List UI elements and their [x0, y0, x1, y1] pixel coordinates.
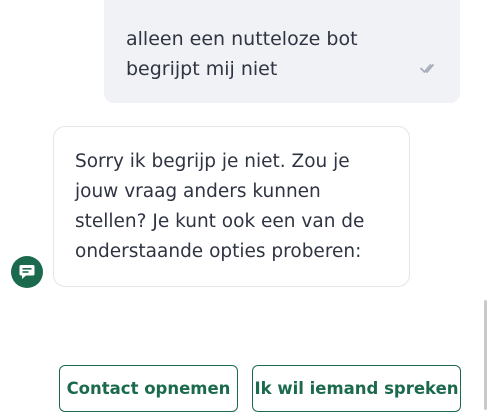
- double-check-icon: [420, 64, 434, 73]
- iemand-spreken-button[interactable]: Ik wil iemand spreken: [252, 365, 461, 412]
- chat-window: alleen een nutteloze bot begrijpt mij ni…: [0, 0, 487, 417]
- bot-message-text: Sorry ik begrijp je niet. Zou je jouw vr…: [75, 151, 365, 262]
- contact-opnemen-button[interactable]: Contact opnemen: [59, 365, 238, 412]
- bot-message-bubble: Sorry ik begrijp je niet. Zou je jouw vr…: [53, 126, 410, 287]
- user-message-bubble: alleen een nutteloze bot begrijpt mij ni…: [104, 0, 460, 103]
- bot-avatar: [11, 256, 43, 288]
- chat-bubble-icon: [19, 265, 35, 279]
- user-message-text: alleen een nutteloze bot begrijpt mij ni…: [126, 28, 358, 80]
- quick-replies: Contact opnemen Ik wil iemand spreken: [0, 365, 487, 413]
- scrollbar[interactable]: [483, 0, 487, 417]
